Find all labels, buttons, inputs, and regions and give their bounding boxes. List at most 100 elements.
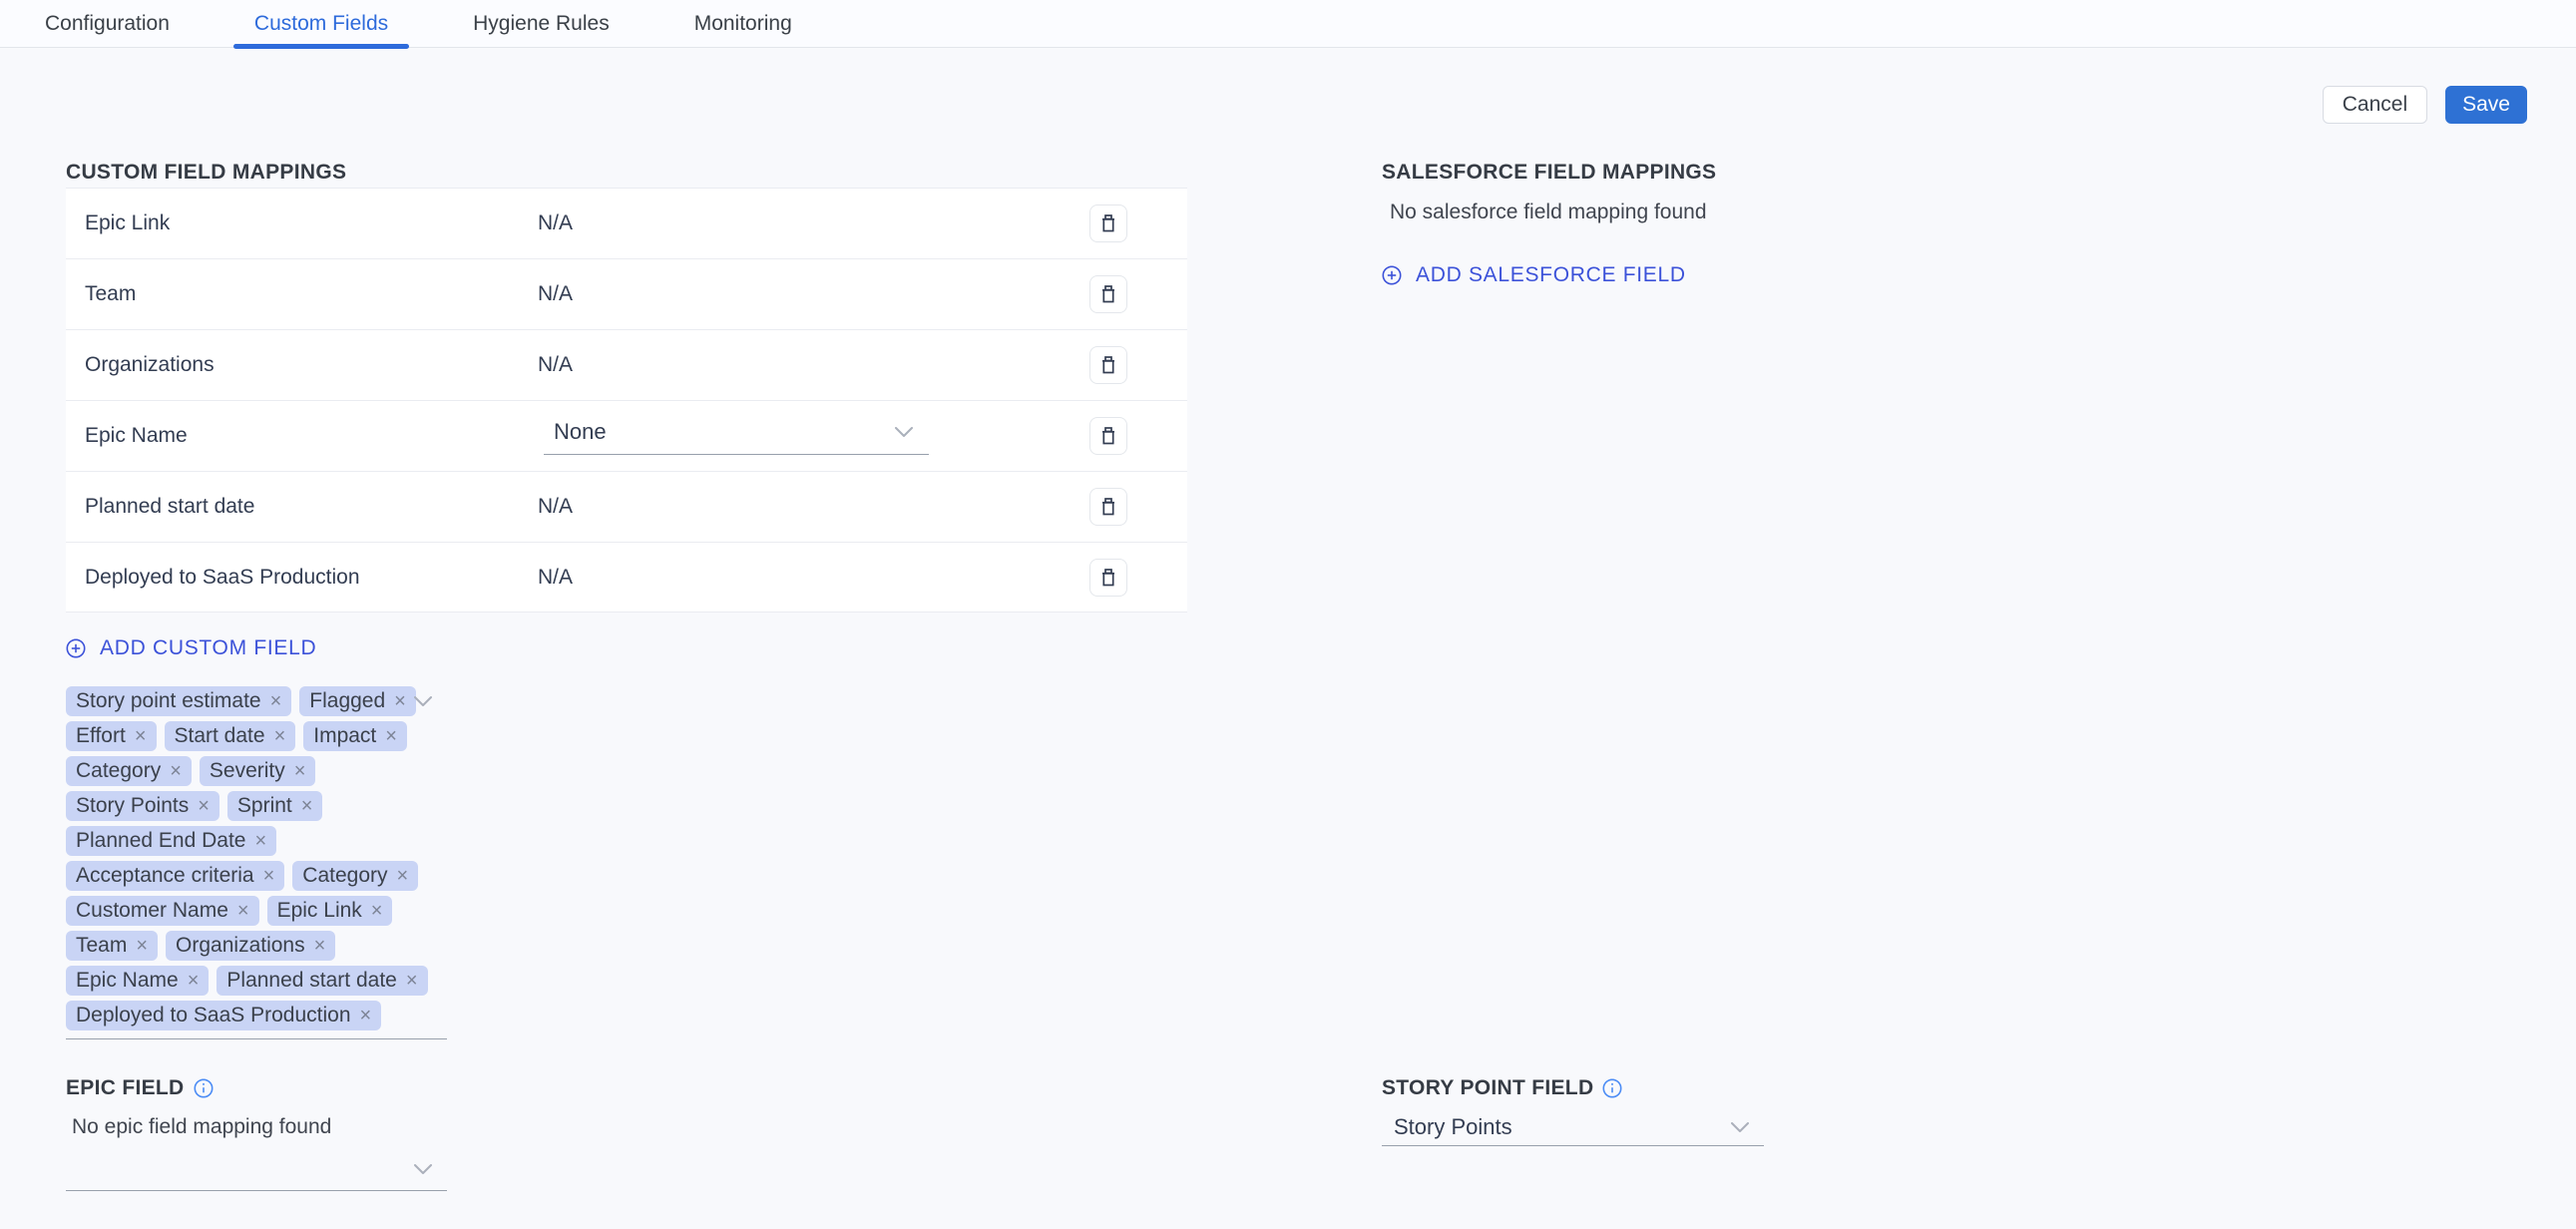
chevron-down-icon — [895, 427, 913, 437]
select-value: None — [554, 419, 607, 445]
remove-chip-icon[interactable]: × — [371, 901, 383, 921]
chevron-down-icon — [414, 1164, 432, 1174]
chip-label: Sprint — [237, 794, 292, 818]
chip-impact: Impact× — [303, 721, 407, 751]
delete-planned-start-date-button[interactable] — [1089, 488, 1127, 526]
remove-chip-icon[interactable]: × — [406, 971, 418, 991]
chip-row: Epic Name×Planned start date× — [66, 966, 447, 996]
add-custom-field-label: ADD CUSTOM FIELD — [100, 636, 316, 660]
chip-story-point-estimate: Story point estimate× — [66, 686, 291, 716]
salesforce-field-mappings-title: SALESFORCE FIELD MAPPINGS — [1382, 158, 2180, 188]
trash-icon — [1097, 354, 1119, 376]
epic-field-title-text: EPIC FIELD — [66, 1073, 185, 1103]
story-point-field-select[interactable]: Story Points — [1382, 1108, 1764, 1146]
chip-row: Acceptance criteria × Category × — [66, 861, 447, 891]
chevron-down-icon — [1731, 1122, 1749, 1132]
field-label: Organizations — [66, 353, 538, 377]
cancel-button[interactable]: Cancel — [2323, 86, 2427, 124]
mapping-row-planned-start-date: Planned start dateN/A — [66, 471, 1187, 542]
field-value-text: N/A — [538, 282, 573, 306]
chip-effort: Effort × — [66, 721, 157, 751]
tab-custom-fields[interactable]: Custom Fields — [233, 0, 409, 48]
info-icon[interactable] — [1602, 1078, 1622, 1098]
save-button[interactable]: Save — [2445, 86, 2527, 124]
chip-row: Story Points× Sprint × — [66, 791, 447, 821]
remove-chip-icon[interactable]: × — [237, 901, 249, 921]
remove-chip-icon[interactable]: × — [301, 796, 313, 816]
field-label: Epic Name — [66, 424, 538, 448]
salesforce-empty-message: No salesforce field mapping found — [1382, 201, 2180, 224]
field-value: N/A — [538, 566, 1089, 590]
plus-circle-icon — [66, 638, 86, 658]
remove-chip-icon[interactable]: × — [198, 796, 210, 816]
custom-fields-settings-page: Configuration Custom Fields Hygiene Rules M… — [0, 0, 2576, 1229]
chip-label: Customer Name — [76, 899, 228, 923]
chip-label: Deployed to SaaS Production — [76, 1004, 351, 1027]
trash-icon — [1097, 212, 1119, 234]
add-custom-field-button[interactable]: ADD CUSTOM FIELD — [66, 633, 316, 663]
field-value: N/A — [538, 495, 1089, 519]
chip-label: Effort — [76, 724, 126, 748]
chip-label: Planned End Date — [76, 829, 245, 853]
chip-category: Category× — [66, 756, 192, 786]
story-point-field-value: Story Points — [1394, 1114, 1512, 1140]
mapping-row-epic-name: Epic Name None — [66, 400, 1187, 471]
chip-deployed-to-saas-production: Deployed to SaaS Production × — [66, 1001, 381, 1030]
chip-category: Category × — [292, 861, 418, 891]
chip-label: Organizations — [176, 934, 305, 958]
chip-row: Deployed to SaaS Production × — [66, 1001, 447, 1030]
remove-chip-icon[interactable]: × — [270, 691, 282, 711]
chip-start-date: Start date× — [165, 721, 296, 751]
epic-field-select[interactable] — [66, 1147, 447, 1191]
chip-row: Category× Severity× — [66, 756, 447, 786]
story-point-field-title-text: STORY POINT FIELD — [1382, 1073, 1593, 1103]
remove-chip-icon[interactable]: × — [263, 866, 275, 886]
tab-configuration[interactable]: Configuration — [24, 0, 191, 48]
chip-epic-name: Epic Name × — [66, 966, 209, 996]
field-value: N/A — [538, 282, 1089, 306]
mapping-row-deployed-to-saas-production: Deployed to SaaS ProductionN/A — [66, 542, 1187, 613]
remove-chip-icon[interactable]: × — [274, 726, 286, 746]
info-icon[interactable] — [194, 1078, 214, 1098]
trash-icon — [1097, 496, 1119, 518]
tab-hygiene-rules[interactable]: Hygiene Rules — [452, 0, 631, 48]
delete-epic-name-button[interactable] — [1089, 417, 1127, 455]
remove-chip-icon[interactable]: × — [170, 761, 182, 781]
remove-chip-icon[interactable]: × — [397, 866, 409, 886]
chip-label: Category — [302, 864, 387, 888]
delete-epic-link-button[interactable] — [1089, 205, 1127, 242]
chip-row: Story point estimate×Flagged× — [66, 686, 447, 716]
chip-label: Acceptance criteria — [76, 864, 254, 888]
tab-monitoring[interactable]: Monitoring — [673, 0, 813, 48]
field-value: N/A — [538, 211, 1089, 235]
chip-label: Epic Name — [76, 969, 179, 993]
remove-chip-icon[interactable]: × — [314, 936, 326, 956]
trash-icon — [1097, 425, 1119, 447]
custom-field-mappings-title-text: CUSTOM FIELD MAPPINGS — [66, 158, 346, 188]
chip-severity: Severity× — [200, 756, 316, 786]
delete-organizations-button[interactable] — [1089, 346, 1127, 384]
remove-chip-icon[interactable]: × — [294, 761, 306, 781]
remove-chip-icon[interactable]: × — [135, 726, 147, 746]
chip-story-points: Story Points× — [66, 791, 219, 821]
chip-epic-link: Epic Link× — [267, 896, 393, 926]
mapping-row-team: TeamN/A — [66, 258, 1187, 329]
remove-chip-icon[interactable]: × — [394, 691, 406, 711]
custom-fields-multiselect[interactable]: Story point estimate×Flagged×Effort×Star… — [66, 686, 447, 1039]
remove-chip-icon[interactable]: × — [360, 1006, 372, 1025]
delete-team-button[interactable] — [1089, 275, 1127, 313]
remove-chip-icon[interactable]: × — [188, 971, 200, 991]
salesforce-field-mappings-section: SALESFORCE FIELD MAPPINGS No salesforce … — [1382, 158, 2180, 290]
delete-deployed-to-saas-production-button[interactable] — [1089, 559, 1127, 597]
chip-planned-start-date: Planned start date× — [216, 966, 427, 996]
field-label: Team — [66, 282, 538, 306]
remove-chip-icon[interactable]: × — [254, 831, 266, 851]
remove-chip-icon[interactable]: × — [385, 726, 397, 746]
field-value-text: N/A — [538, 566, 573, 590]
add-salesforce-field-button[interactable]: ADD SALESFORCE FIELD — [1382, 260, 1686, 290]
chevron-down-icon — [414, 696, 432, 706]
remove-chip-icon[interactable]: × — [136, 936, 148, 956]
story-point-field-title: STORY POINT FIELD — [1382, 1073, 1764, 1103]
epic-name-select[interactable]: None — [544, 410, 929, 455]
field-label: Deployed to SaaS Production — [66, 566, 538, 590]
